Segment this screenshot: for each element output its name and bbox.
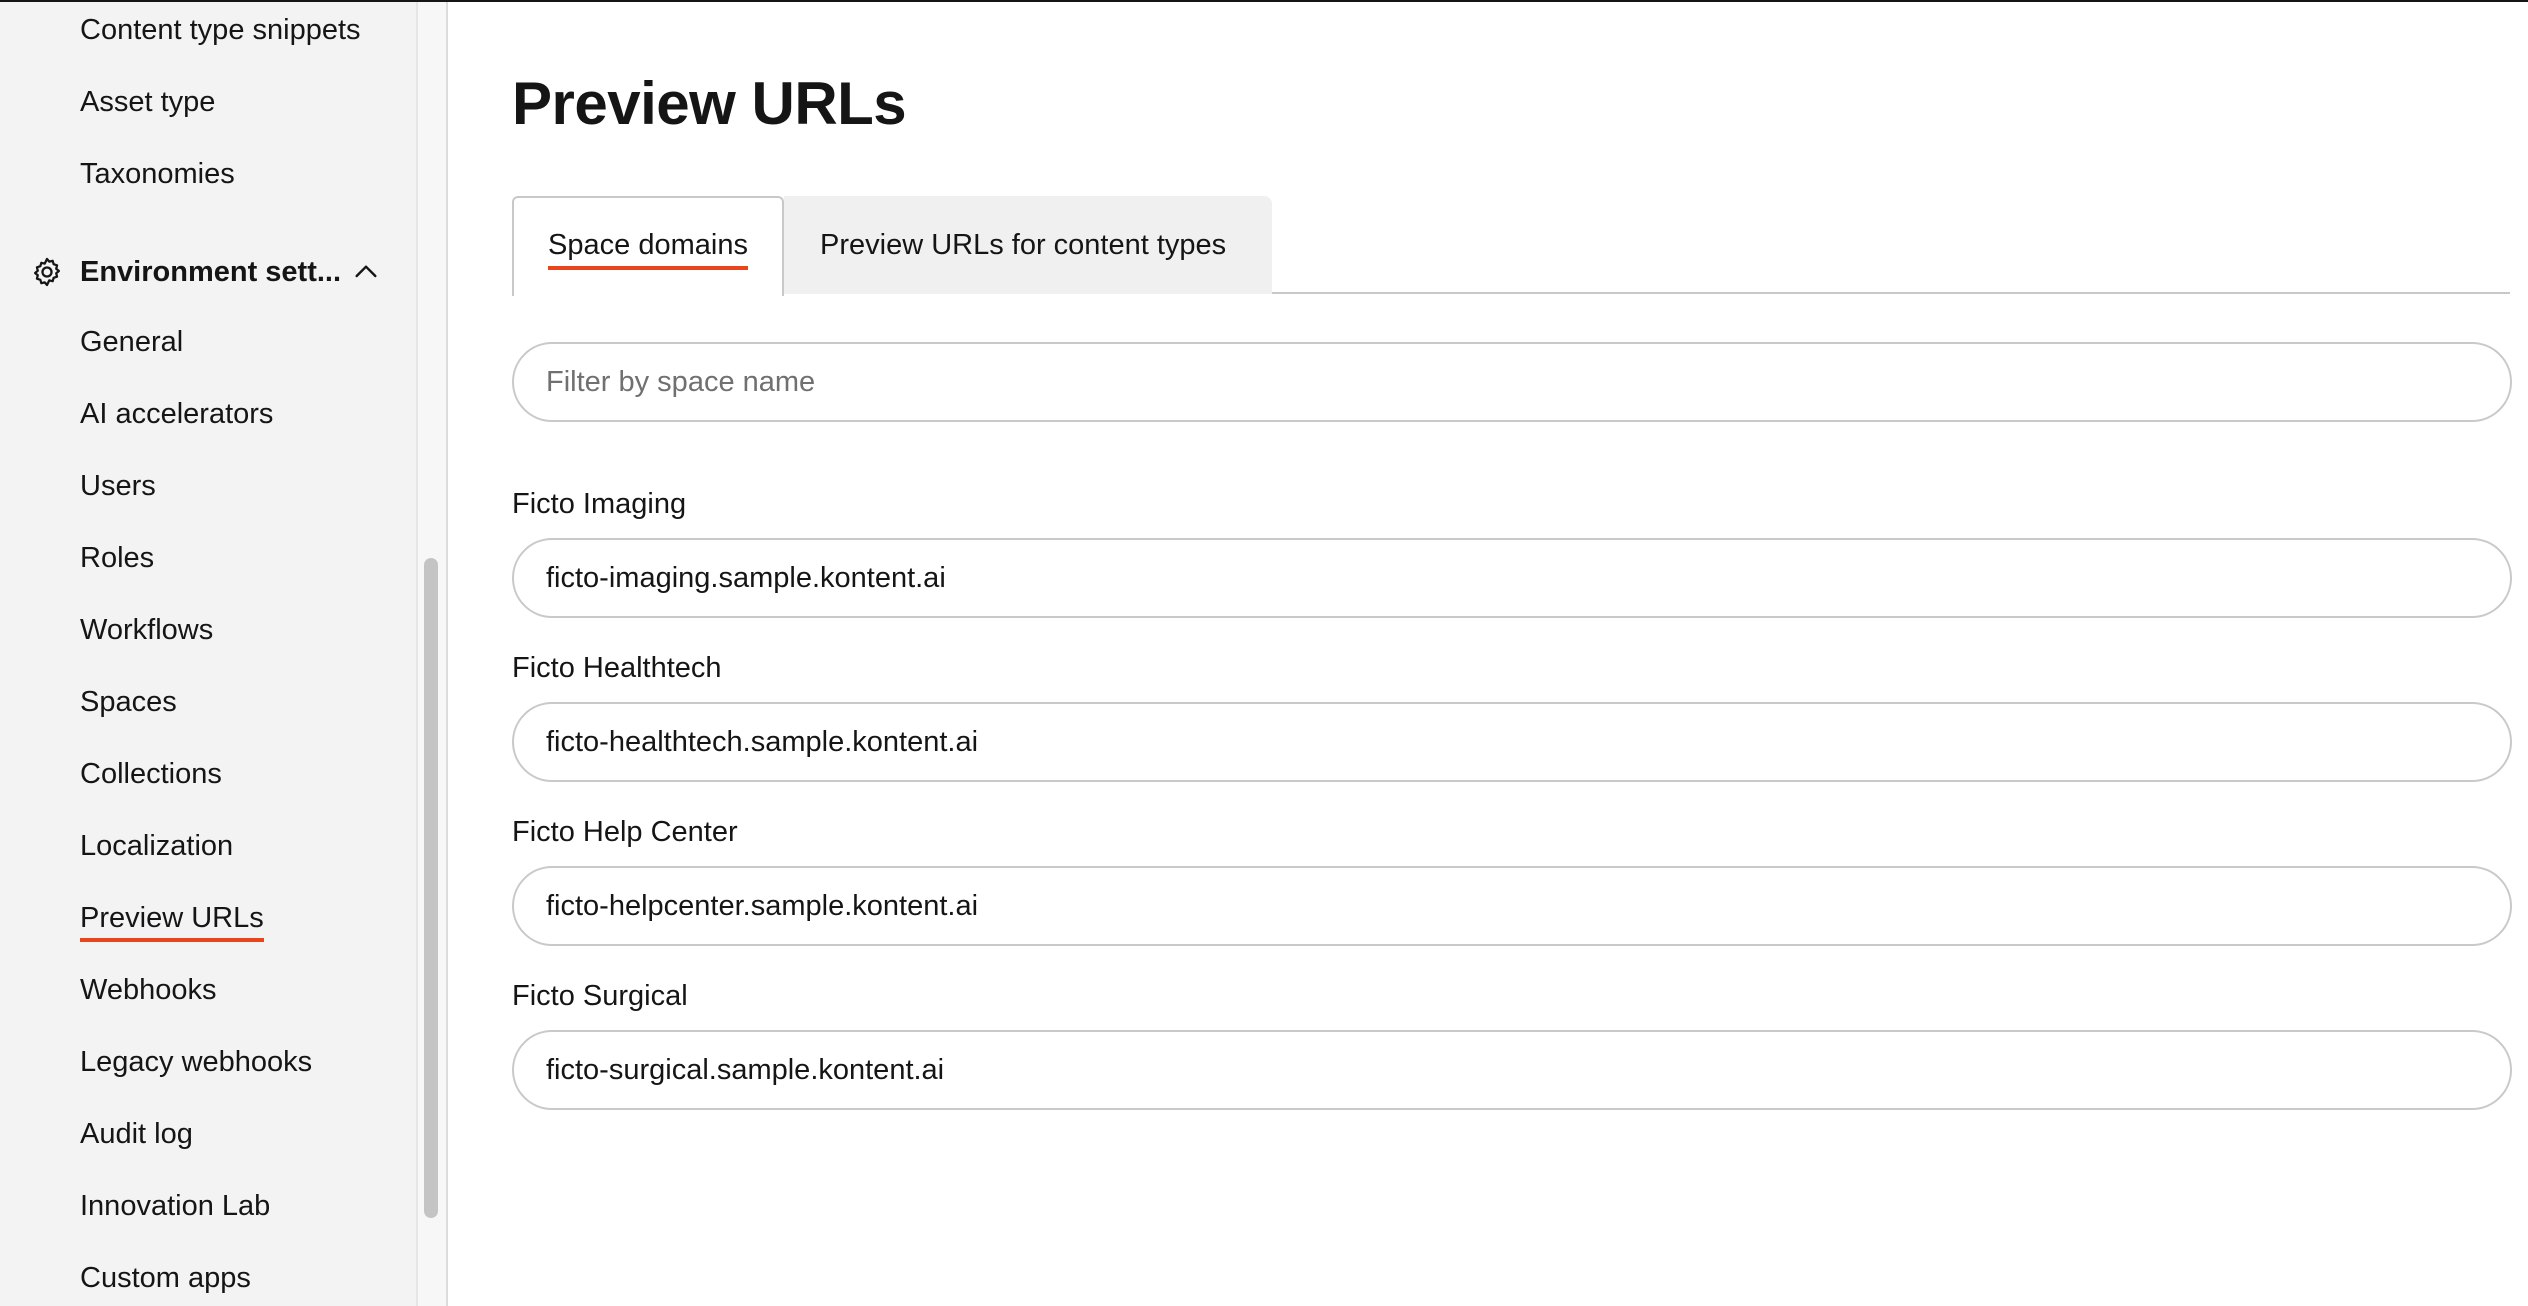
page-title: Preview URLs <box>512 70 907 137</box>
space-domain-input-ficto-healthtech[interactable] <box>512 702 2512 782</box>
sidebar-item-audit-log[interactable]: Audit log <box>80 1116 193 1152</box>
sidebar-item-roles[interactable]: Roles <box>80 540 154 576</box>
space-label-ficto-imaging: Ficto Imaging <box>512 488 687 520</box>
sidebar-item-users[interactable]: Users <box>80 468 156 504</box>
sidebar-scrollbar-thumb[interactable] <box>424 558 438 1218</box>
space-domain-input-ficto-imaging[interactable] <box>512 538 2512 618</box>
sidebar-item-collections[interactable]: Collections <box>80 756 222 792</box>
space-label-ficto-healthtech: Ficto Healthtech <box>512 652 722 684</box>
sidebar-item-localization[interactable]: Localization <box>80 828 233 864</box>
sidebar-item-asset-type[interactable]: Asset type <box>80 84 215 120</box>
sidebar-item-custom-apps[interactable]: Custom apps <box>80 1260 251 1296</box>
space-domain-input-ficto-surgical[interactable] <box>512 1030 2512 1110</box>
sidebar-group-environment-settings[interactable]: Environment sett... <box>30 252 390 292</box>
sidebar-item-webhooks[interactable]: Webhooks <box>80 972 217 1008</box>
gear-icon <box>30 255 64 289</box>
app-window: Content type snippets Asset type Taxonom… <box>0 0 2528 1306</box>
sidebar-item-workflows[interactable]: Workflows <box>80 612 213 648</box>
tab-bar: Space domains Preview URLs for content t… <box>512 196 2512 296</box>
tab-label: Space domains <box>548 229 748 270</box>
sidebar-item-preview-urls[interactable]: Preview URLs <box>80 900 264 942</box>
space-label-ficto-help-center: Ficto Help Center <box>512 816 738 848</box>
chevron-up-icon[interactable] <box>350 256 382 288</box>
sidebar-item-spaces[interactable]: Spaces <box>80 684 177 720</box>
main-divider <box>446 2 448 1306</box>
sidebar-item-content-type-snippets[interactable]: Content type snippets <box>80 12 361 48</box>
tab-preview-urls-for-content-types[interactable]: Preview URLs for content types <box>784 196 1272 294</box>
sidebar-group-label: Environment sett... <box>80 255 342 288</box>
space-label-ficto-surgical: Ficto Surgical <box>512 980 688 1012</box>
sidebar: Content type snippets Asset type Taxonom… <box>0 2 416 1306</box>
sidebar-item-general[interactable]: General <box>80 324 183 360</box>
tab-label: Preview URLs for content types <box>820 228 1227 261</box>
sidebar-item-legacy-webhooks[interactable]: Legacy webhooks <box>80 1044 312 1080</box>
sidebar-item-taxonomies[interactable]: Taxonomies <box>80 156 235 192</box>
filter-by-space-name-input[interactable] <box>512 342 2512 422</box>
sidebar-item-innovation-lab[interactable]: Innovation Lab <box>80 1188 270 1224</box>
sidebar-item-ai-accelerators[interactable]: AI accelerators <box>80 396 273 432</box>
tab-space-domains[interactable]: Space domains <box>512 196 784 296</box>
space-domain-input-ficto-help-center[interactable] <box>512 866 2512 946</box>
sidebar-item-label: Preview URLs <box>80 900 264 942</box>
